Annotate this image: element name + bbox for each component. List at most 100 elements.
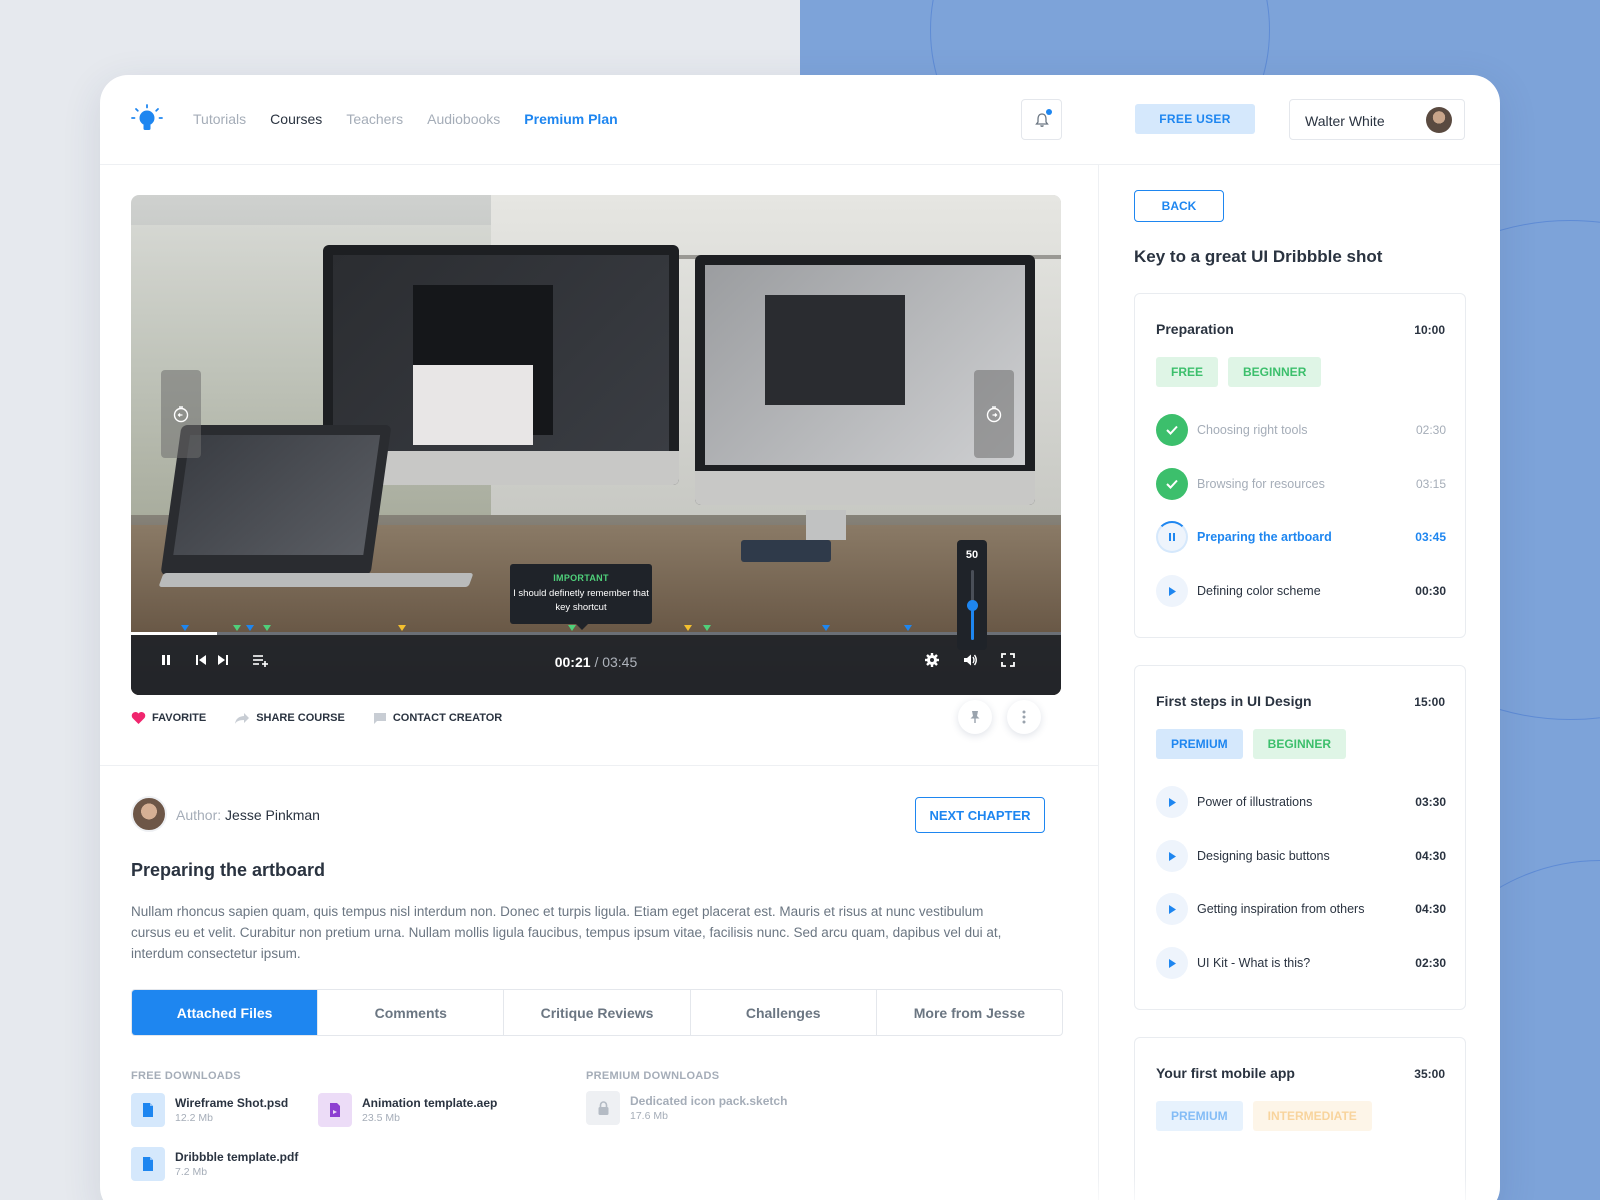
- section-title[interactable]: Preparation: [1156, 321, 1234, 337]
- lightbulb-logo-icon[interactable]: [130, 103, 164, 137]
- video-player[interactable]: IMPORTANT I should definetly remember th…: [131, 195, 1061, 695]
- author: Author: Jesse Pinkman: [176, 807, 320, 823]
- file-name: Dribbble template.pdf: [175, 1150, 299, 1164]
- check-icon: [1156, 414, 1188, 446]
- tab-more-from-jesse[interactable]: More from Jesse: [875, 990, 1062, 1035]
- contact-creator-button[interactable]: CONTACT CREATOR: [373, 712, 502, 725]
- message-icon: [373, 712, 386, 724]
- volume-value: 50: [965, 549, 979, 561]
- timeline-marker[interactable]: [233, 625, 241, 631]
- fullscreen-icon: [1001, 653, 1015, 667]
- timeline-marker[interactable]: [181, 625, 189, 631]
- forward-button[interactable]: [974, 370, 1014, 458]
- favorite-label: FAVORITE: [152, 712, 207, 724]
- tab-attached-files[interactable]: Attached Files: [132, 990, 318, 1035]
- lesson-item-current[interactable]: Preparing the artboard 03:45: [1156, 521, 1446, 553]
- free-downloads-heading: FREE DOWNLOADS: [131, 1070, 241, 1082]
- lesson-item[interactable]: Power of illustrations 03:30: [1156, 786, 1446, 818]
- fullscreen-button[interactable]: [998, 650, 1018, 670]
- plan-badge[interactable]: FREE USER: [1135, 104, 1255, 134]
- lesson-item[interactable]: Getting inspiration from others 04:30: [1156, 893, 1446, 925]
- file-item[interactable]: Animation template.aep 23.5 Mb: [318, 1093, 497, 1127]
- section-duration: 35:00: [1414, 1067, 1445, 1081]
- tag-free: FREE: [1156, 357, 1219, 387]
- file-item[interactable]: Dribbble template.pdf 7.2 Mb: [131, 1147, 298, 1181]
- locked-file-item[interactable]: Dedicated icon pack.sketch 17.6 Mb: [586, 1091, 787, 1125]
- pause-button[interactable]: [156, 650, 176, 670]
- section-tags: PREMIUM BEGINNER: [1156, 729, 1347, 759]
- nav-link-premium-plan[interactable]: Premium Plan: [524, 111, 617, 127]
- share-icon: [235, 712, 250, 724]
- nav-link-courses[interactable]: Courses: [270, 111, 322, 127]
- playlist-add-button[interactable]: [251, 650, 271, 670]
- lesson-duration: 03:15: [1415, 477, 1446, 491]
- settings-button[interactable]: [922, 650, 942, 670]
- lesson-duration: 04:30: [1415, 902, 1446, 916]
- share-course-button[interactable]: SHARE COURSE: [234, 712, 345, 725]
- favorite-button[interactable]: FAVORITE: [131, 711, 206, 725]
- user-menu[interactable]: Walter White: [1289, 99, 1465, 140]
- pin-icon: [970, 711, 980, 723]
- tag-beginner: BEGINNER: [1252, 729, 1347, 759]
- section-title[interactable]: First steps in UI Design: [1156, 693, 1312, 709]
- timeline-marker[interactable]: [684, 625, 692, 631]
- lock-icon: [586, 1091, 620, 1125]
- next-button[interactable]: [213, 650, 233, 670]
- tab-challenges[interactable]: Challenges: [689, 990, 876, 1035]
- previous-button[interactable]: [191, 650, 211, 670]
- lesson-item[interactable]: Designing basic buttons 04:30: [1156, 840, 1446, 872]
- tag-beginner: BEGINNER: [1228, 357, 1322, 387]
- lesson-item[interactable]: UI Kit - What is this? 02:30: [1156, 947, 1446, 979]
- tab-critique-reviews[interactable]: Critique Reviews: [503, 990, 689, 1035]
- lesson-item[interactable]: Choosing right tools 02:30: [1156, 414, 1446, 446]
- timeline-marker[interactable]: [398, 625, 406, 631]
- timeline-marker[interactable]: [822, 625, 830, 631]
- timeline-marker[interactable]: [246, 625, 254, 631]
- timeline-marker[interactable]: [263, 625, 271, 631]
- pause-icon: [162, 655, 170, 665]
- notifications-button[interactable]: [1021, 99, 1062, 140]
- volume-button[interactable]: [960, 650, 980, 670]
- lesson-item[interactable]: Browsing for resources 03:15: [1156, 468, 1446, 500]
- course-title: Key to a great UI Dribbble shot: [1134, 247, 1383, 266]
- lesson-duration: 03:30: [1415, 795, 1446, 809]
- author-name[interactable]: Jesse Pinkman: [225, 807, 320, 823]
- more-options-button[interactable]: [1007, 700, 1041, 734]
- tab-comments[interactable]: Comments: [317, 990, 503, 1035]
- pin-button[interactable]: [958, 700, 992, 734]
- file-name: Animation template.aep: [362, 1096, 498, 1110]
- author-avatar[interactable]: [131, 796, 167, 832]
- progress-bar[interactable]: [131, 632, 1061, 635]
- lesson-label: Designing basic buttons: [1197, 849, 1330, 863]
- document-icon: [131, 1093, 165, 1127]
- rewind-button[interactable]: [161, 370, 201, 458]
- lesson-tabs: Attached Files Comments Critique Reviews…: [131, 989, 1063, 1036]
- notification-dot: [1046, 109, 1052, 115]
- section-tags: FREE BEGINNER: [1156, 357, 1322, 387]
- play-icon: [1156, 840, 1188, 872]
- video-scene-stand: [806, 510, 846, 540]
- nav-link-tutorials[interactable]: Tutorials: [193, 111, 246, 127]
- timeline-marker[interactable]: [904, 625, 912, 631]
- playlist-add-icon: [253, 655, 268, 667]
- timeline-marker[interactable]: [703, 625, 711, 631]
- next-chapter-button[interactable]: NEXT CHAPTER: [915, 797, 1045, 833]
- timeline-marker[interactable]: [568, 625, 576, 631]
- file-size: 12.2 Mb: [175, 1112, 213, 1124]
- scroll-fade: [1098, 1175, 1500, 1200]
- volume-popup[interactable]: 50: [957, 540, 987, 650]
- current-time: 00:21: [554, 654, 591, 670]
- progress-fill: [131, 632, 218, 635]
- nav-link-teachers[interactable]: Teachers: [346, 111, 403, 127]
- lesson-label: Choosing right tools: [1197, 423, 1308, 437]
- nav-link-audiobooks[interactable]: Audiobooks: [427, 111, 500, 127]
- section-title[interactable]: Your first mobile app: [1156, 1065, 1295, 1081]
- video-scene-laptop-base: [158, 573, 474, 587]
- video-file-icon: [318, 1093, 352, 1127]
- volume-knob[interactable]: [967, 600, 978, 611]
- file-item[interactable]: Wireframe Shot.psd 12.2 Mb: [131, 1093, 288, 1127]
- back-button[interactable]: BACK: [1134, 190, 1224, 222]
- file-size: 17.6 Mb: [630, 1110, 668, 1122]
- lesson-item[interactable]: Defining color scheme 00:30: [1156, 575, 1446, 607]
- more-vertical-icon: [1022, 710, 1026, 724]
